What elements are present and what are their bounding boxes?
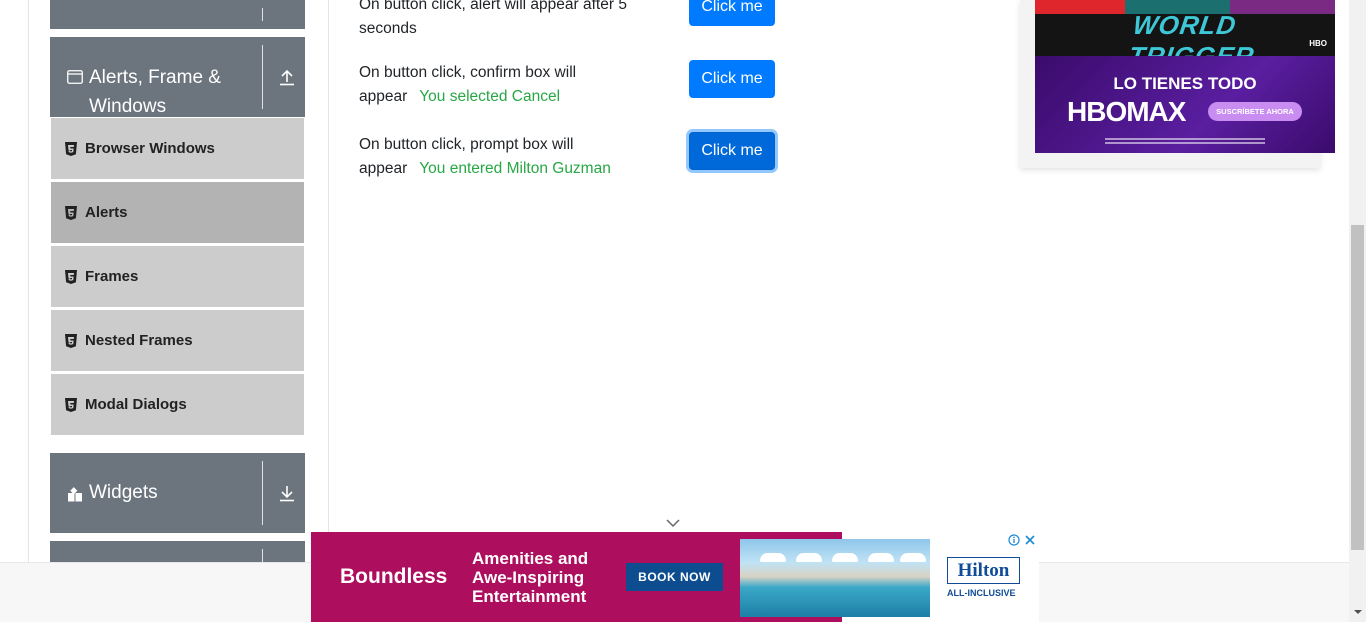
- html5-icon: [65, 333, 77, 348]
- ad-tagline: LO TIENES TODO: [1113, 74, 1257, 93]
- header-divider: [262, 8, 263, 21]
- prompt-button[interactable]: Click me: [689, 132, 775, 170]
- hilton-ad[interactable]: Boundless Amenities and Awe-Inspiring En…: [311, 532, 1039, 622]
- hbo-max-logo: HBOMAX: [1067, 96, 1186, 127]
- book-now-button[interactable]: BOOK NOW: [626, 563, 723, 591]
- hbo-max-ad[interactable]: WORLD TRIGGER HBO LO TIENES TODO HBOMAX …: [1035, 0, 1335, 153]
- sidebar-item-frames[interactable]: Frames: [50, 245, 305, 308]
- header-divider: [262, 45, 263, 109]
- sidebar-item-label: Alerts: [85, 204, 128, 221]
- group-title: Alerts, Frame & Windows: [89, 67, 221, 117]
- alert-timer-description: On button click, alert will appear after…: [359, 0, 649, 41]
- sidebar-border: [328, 0, 329, 562]
- ad-close-icon[interactable]: [1024, 534, 1036, 546]
- group-title: Widgets: [89, 482, 158, 503]
- header-divider: [262, 549, 263, 563]
- subscribe-button[interactable]: SUSCRÍBETE AHORA: [1208, 102, 1302, 121]
- html5-icon: [65, 205, 77, 220]
- confirm-button[interactable]: Click me: [689, 60, 775, 98]
- confirm-description: On button click, confirm box will appear…: [359, 61, 649, 109]
- ad-brand: Boundless: [340, 565, 448, 588]
- scrollbar-thumb[interactable]: [1351, 225, 1364, 550]
- sidebar-item-label: Modal Dialogs: [85, 396, 187, 413]
- sidebar-item-label: Frames: [85, 268, 139, 285]
- sidebar-item-nested-frames[interactable]: Nested Frames: [50, 309, 305, 372]
- page: Alerts, Frame & Windows Browser Windows …: [0, 0, 1366, 622]
- group-header-alerts-frame-windows[interactable]: Alerts, Frame & Windows: [50, 37, 305, 117]
- row-text: On button click, alert will appear after…: [359, 0, 627, 37]
- prompt-result: You entered Milton Guzman: [419, 160, 611, 177]
- chevron-down-icon[interactable]: [666, 518, 680, 528]
- arrow-up-icon[interactable]: [277, 67, 297, 87]
- scroll-down-arrow-icon[interactable]: [1352, 606, 1364, 618]
- prompt-description: On button click, prompt box will appear Y…: [359, 133, 649, 181]
- ad-top-banner: WORLD TRIGGER HBO: [1035, 0, 1335, 71]
- window-icon: [67, 70, 83, 84]
- sidebar-item-label: Browser Windows: [85, 140, 215, 157]
- left-border: [28, 0, 29, 562]
- network-logo: HBO: [1309, 39, 1327, 48]
- sidebar-item-alerts[interactable]: Alerts: [50, 181, 305, 244]
- html5-icon: [65, 269, 77, 284]
- sidebar-item-modal-dialogs[interactable]: Modal Dialogs: [50, 373, 305, 436]
- group-header-widgets[interactable]: Widgets: [50, 453, 305, 533]
- widgets-icon: [68, 487, 82, 502]
- confirm-result: You selected Cancel: [419, 88, 561, 105]
- ad-copy: Amenities and Awe-Inspiring Entertainmen…: [472, 549, 589, 606]
- timer-alert-button[interactable]: Click me: [689, 0, 775, 26]
- arrow-down-icon[interactable]: [277, 483, 297, 503]
- hilton-logo-subtitle: ALL-INCLUSIVE: [947, 588, 1016, 598]
- resort-photo: [740, 539, 930, 617]
- group-header-previous[interactable]: [50, 0, 305, 29]
- hilton-logo: Hilton: [947, 557, 1020, 584]
- ad-fine-print: [1105, 138, 1265, 146]
- ad-info-icon[interactable]: [1008, 534, 1020, 546]
- ad-bottom-banner: LO TIENES TODO HBOMAX SUSCRÍBETE AHORA: [1035, 56, 1335, 153]
- header-divider: [262, 461, 263, 525]
- html5-icon: [65, 141, 77, 156]
- html5-icon: [65, 397, 77, 412]
- sidebar-item-label: Nested Frames: [85, 332, 193, 349]
- sidebar-item-browser-windows[interactable]: Browser Windows: [50, 117, 305, 180]
